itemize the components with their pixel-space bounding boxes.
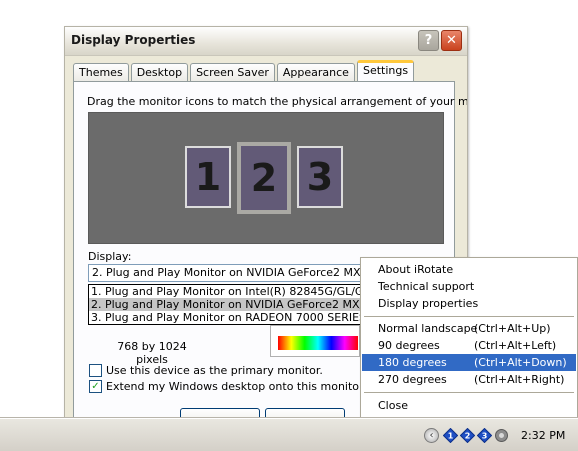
instructions-text: Drag the monitor icons to match the phys… — [87, 95, 468, 108]
display-dropdown[interactable]: 2. Plug and Play Monitor on NVIDIA GeFor… — [88, 264, 363, 282]
menu-item-90-degrees-label: 90 degrees — [378, 339, 440, 352]
system-tray: ‹ 1 2 3 2:32 PM — [420, 421, 578, 449]
extend-desktop-label: Extend my Windows desktop onto this moni… — [106, 380, 367, 393]
taskbar: ‹ 1 2 3 2:32 PM — [0, 418, 578, 451]
menu-item-90-degrees-shortcut: (Ctrl+Alt+Left) — [474, 339, 557, 352]
irotate-context-menu: About iRotate Technical support Display … — [360, 257, 578, 419]
show-hidden-icons-button[interactable]: ‹ — [424, 427, 439, 443]
monitor-icon-3[interactable]: 3 — [297, 146, 343, 208]
menu-item-180-degrees-label: 180 degrees — [378, 356, 447, 369]
menu-item-close-label: Close — [378, 399, 408, 412]
display-2-icon[interactable]: 2 — [460, 427, 475, 443]
dialog-title: Display Properties — [71, 33, 196, 47]
menu-item-close[interactable]: Close — [362, 397, 576, 414]
primary-monitor-checkbox[interactable] — [89, 364, 102, 377]
tab-appearance[interactable]: Appearance — [276, 63, 355, 81]
monitor-icon-2[interactable]: 2 — [237, 142, 291, 214]
resolution-text: 768 by 1024 pixels — [117, 340, 187, 366]
tray-number-3: 3 — [482, 431, 488, 440]
display-dropdown-list: 1. Plug and Play Monitor on Intel(R) 828… — [88, 284, 363, 325]
menu-item-normal-landscape[interactable]: Normal landscape (Ctrl+Alt+Up) — [362, 320, 576, 337]
menu-item-technical-support-label: Technical support — [378, 280, 475, 293]
primary-monitor-label: Use this device as the primary monitor. — [106, 364, 323, 377]
menu-separator — [364, 316, 574, 317]
display-option-3[interactable]: 3. Plug and Play Monitor on RADEON 7000 … — [89, 311, 362, 324]
menu-item-normal-landscape-label: Normal landscape — [378, 322, 478, 335]
menu-item-about-label: About iRotate — [378, 263, 454, 276]
menu-item-display-properties-label: Display properties — [378, 297, 479, 310]
tray-number-1: 1 — [448, 431, 454, 440]
display-option-2[interactable]: 2. Plug and Play Monitor on NVIDIA GeFor… — [89, 298, 362, 311]
menu-item-about[interactable]: About iRotate — [362, 261, 576, 278]
help-button[interactable]: ? — [418, 30, 439, 51]
tab-themes[interactable]: Themes — [73, 63, 129, 81]
close-button[interactable]: ✕ — [441, 30, 462, 51]
menu-item-270-degrees-shortcut: (Ctrl+Alt+Right) — [474, 373, 565, 386]
primary-monitor-row[interactable]: Use this device as the primary monitor. — [89, 364, 323, 377]
display-option-1[interactable]: 1. Plug and Play Monitor on Intel(R) 828… — [89, 285, 362, 298]
display-3-icon[interactable]: 3 — [477, 427, 492, 443]
menu-item-180-degrees-shortcut: (Ctrl+Alt+Down) — [474, 356, 567, 369]
menu-item-90-degrees[interactable]: 90 degrees (Ctrl+Alt+Left) — [362, 337, 576, 354]
monitor-icon-1[interactable]: 1 — [185, 146, 231, 208]
menu-item-display-properties[interactable]: Display properties — [362, 295, 576, 312]
display-1-icon[interactable]: 1 — [443, 427, 458, 443]
menu-item-270-degrees-label: 270 degrees — [378, 373, 447, 386]
extend-desktop-checkbox[interactable]: ✓ — [89, 380, 102, 393]
tab-screen-saver[interactable]: Screen Saver — [190, 63, 275, 81]
chevron-left-icon: ‹ — [429, 429, 434, 441]
menu-item-technical-support[interactable]: Technical support — [362, 278, 576, 295]
clock[interactable]: 2:32 PM — [521, 429, 565, 442]
checkmark-icon: ✓ — [91, 381, 100, 392]
tab-strip: Themes Desktop Screen Saver Appearance S… — [73, 60, 416, 81]
tray-number-2: 2 — [465, 431, 471, 440]
title-bar[interactable]: Display Properties ? ✕ — [65, 27, 467, 56]
menu-separator — [364, 392, 574, 393]
color-spectrum-bar — [278, 336, 358, 350]
close-icon: ✕ — [446, 33, 457, 48]
monitor-arrangement-area[interactable]: 1 2 3 — [88, 112, 444, 244]
tab-desktop[interactable]: Desktop — [130, 63, 189, 81]
tab-settings[interactable]: Settings — [356, 60, 415, 81]
network-icon[interactable] — [494, 428, 509, 443]
menu-item-normal-landscape-shortcut: (Ctrl+Alt+Up) — [474, 322, 551, 335]
help-icon: ? — [424, 33, 433, 48]
display-label: Display: — [88, 250, 132, 263]
menu-item-180-degrees[interactable]: 180 degrees (Ctrl+Alt+Down) — [362, 354, 576, 371]
extend-desktop-row[interactable]: ✓ Extend my Windows desktop onto this mo… — [89, 380, 366, 393]
menu-item-270-degrees[interactable]: 270 degrees (Ctrl+Alt+Right) — [362, 371, 576, 388]
